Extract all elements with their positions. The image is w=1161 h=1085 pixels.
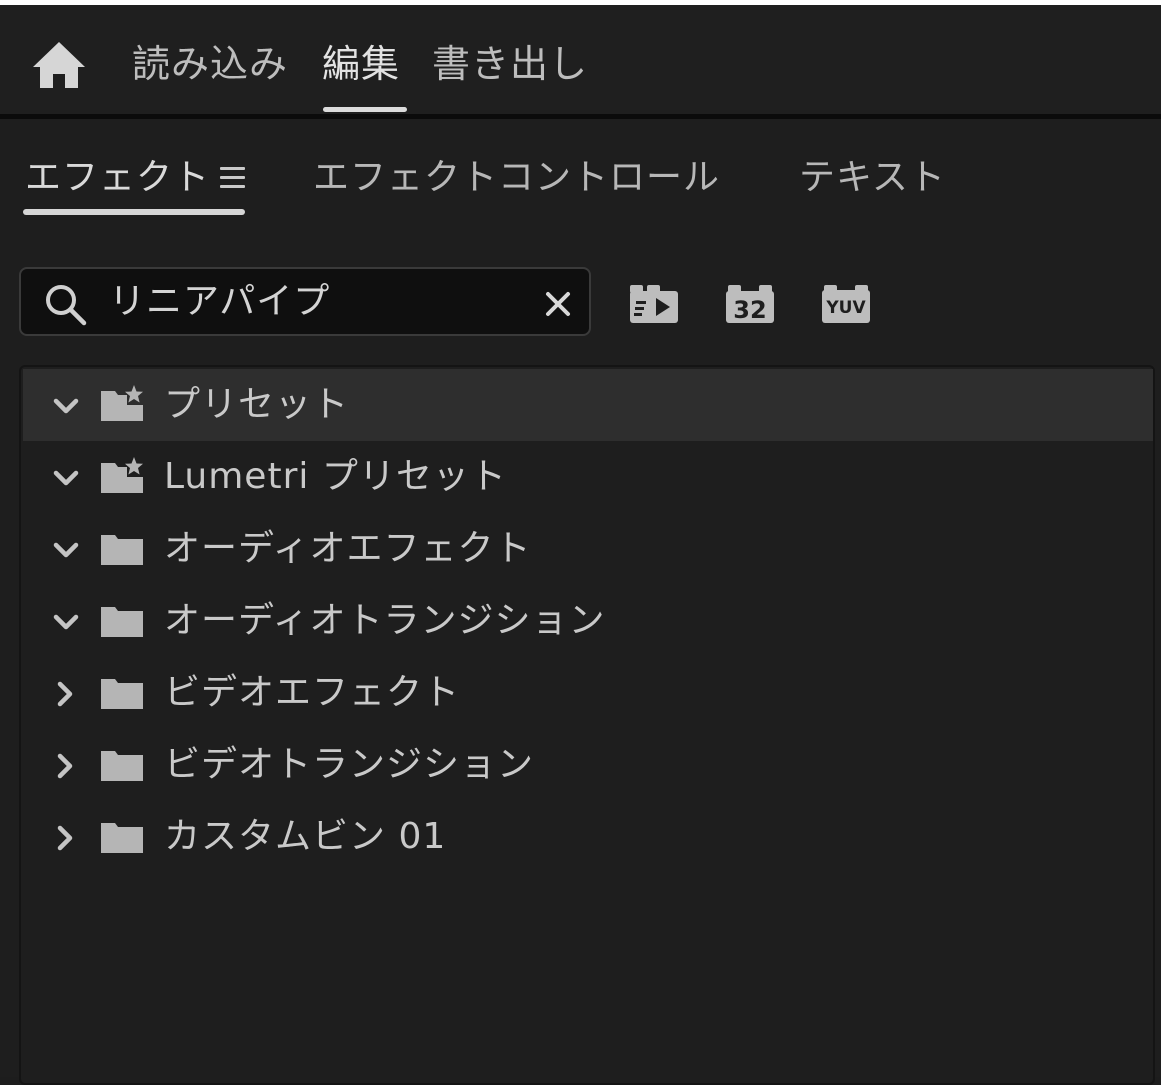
folder-icon bbox=[101, 607, 143, 637]
home-icon bbox=[33, 42, 85, 88]
accelerated-effects-icon bbox=[630, 285, 678, 323]
tree-item-label: Lumetri プリセット bbox=[164, 456, 507, 497]
tab-text[interactable]: テキスト bbox=[799, 152, 946, 204]
chevron-right-icon[interactable] bbox=[51, 753, 81, 779]
nav-tab-edit[interactable]: 編集 bbox=[322, 38, 400, 90]
search-box[interactable]: リニアパイプ bbox=[19, 267, 591, 336]
tree-item-video-transitions[interactable]: ビデオトランジション bbox=[23, 729, 1153, 801]
clear-search-icon[interactable] bbox=[544, 290, 572, 318]
chevron-down-icon[interactable] bbox=[51, 465, 81, 491]
tab-effects[interactable]: エフェクト bbox=[25, 152, 210, 204]
panel-tab-indicator bbox=[23, 209, 245, 215]
search-icon bbox=[46, 285, 87, 326]
tab-effect-controls[interactable]: エフェクトコントロール bbox=[313, 152, 720, 204]
yuv-filter-button[interactable]: YUV bbox=[820, 283, 872, 325]
preset-folder-icon bbox=[101, 457, 143, 493]
nav-active-indicator bbox=[323, 107, 407, 112]
32-bit-filter-button[interactable]: 32 bbox=[724, 283, 776, 325]
32-bit-label: 32 bbox=[733, 296, 766, 324]
tree-item-custom-bin[interactable]: カスタムビン 01 bbox=[23, 801, 1153, 873]
tree-item-label: ビデオエフェクト bbox=[164, 672, 461, 713]
chevron-right-icon[interactable] bbox=[51, 681, 81, 707]
panel-menu-icon[interactable] bbox=[220, 167, 245, 191]
tree-item-label: カスタムビン 01 bbox=[164, 816, 447, 857]
tree-item-video-effects[interactable]: ビデオエフェクト bbox=[23, 657, 1153, 729]
tree-item-presets[interactable]: プリセット bbox=[23, 369, 1153, 441]
home-button[interactable] bbox=[30, 39, 88, 91]
folder-icon bbox=[101, 535, 143, 565]
chevron-down-icon[interactable] bbox=[51, 537, 81, 563]
chevron-right-icon[interactable] bbox=[51, 825, 81, 851]
folder-icon bbox=[101, 823, 143, 853]
folder-icon bbox=[101, 679, 143, 709]
yuv-label: YUV bbox=[825, 298, 866, 318]
workspace-header: 読み込み 編集 書き出し bbox=[0, 5, 1161, 114]
tree-item-label: プリセット bbox=[164, 384, 350, 425]
chevron-down-icon[interactable] bbox=[51, 609, 81, 635]
tree-item-audio-effects[interactable]: オーディオエフェクト bbox=[23, 513, 1153, 585]
preset-folder-icon bbox=[101, 385, 143, 421]
nav-tab-export[interactable]: 書き出し bbox=[432, 38, 588, 90]
tree-item-label: ビデオトランジション bbox=[164, 744, 535, 785]
chevron-down-icon[interactable] bbox=[51, 393, 81, 419]
nav-tab-import[interactable]: 読み込み bbox=[132, 38, 288, 90]
tree-item-lumetri-presets[interactable]: Lumetri プリセット bbox=[23, 441, 1153, 513]
effects-tree: プリセット Lumetri プリセット オーディオエフェクト オーディオトランジ… bbox=[19, 365, 1155, 1085]
folder-icon bbox=[101, 751, 143, 781]
yuv-effects-icon: YUV bbox=[822, 285, 870, 323]
32-bit-effects-icon: 32 bbox=[726, 285, 774, 324]
search-input[interactable]: リニアパイプ bbox=[109, 275, 330, 329]
tree-item-label: オーディオエフェクト bbox=[164, 528, 532, 569]
accelerated-effects-filter-button[interactable] bbox=[628, 283, 680, 325]
tree-item-label: オーディオトランジション bbox=[164, 600, 606, 641]
tree-item-audio-transitions[interactable]: オーディオトランジション bbox=[23, 585, 1153, 657]
